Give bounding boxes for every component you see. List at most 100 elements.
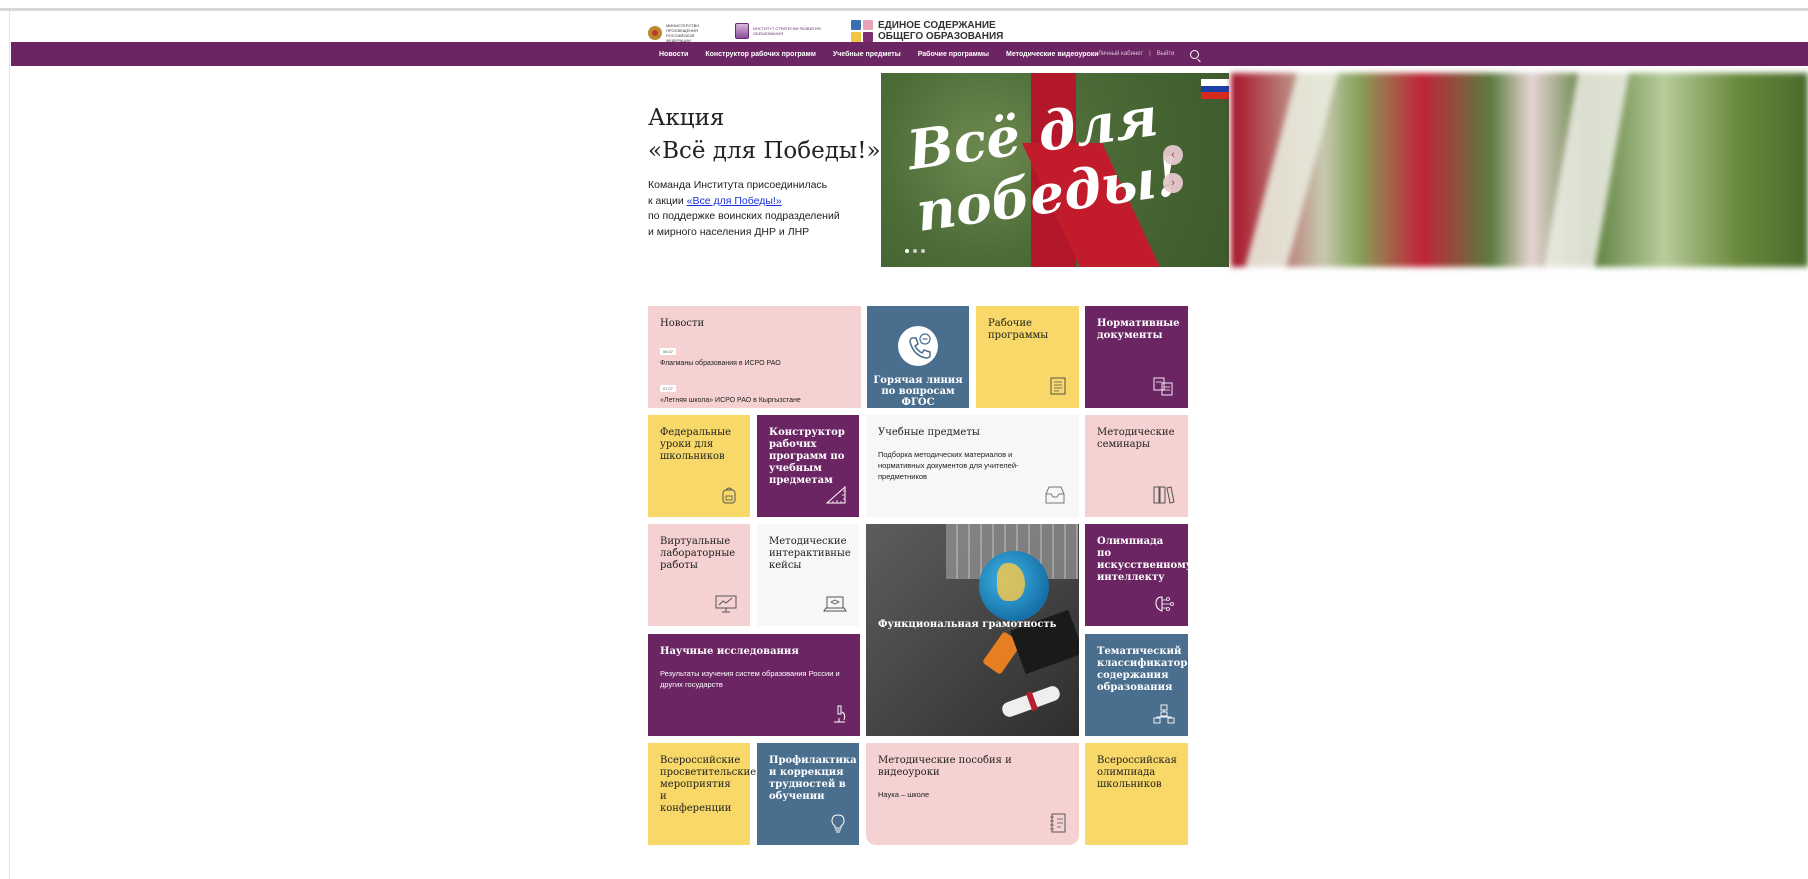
tile-constructor-title: Конструктор рабочих программ по учебным … [769,427,845,486]
nav-item-constructor[interactable]: Конструктор рабочих программ [705,51,816,58]
account-nav: Личный кабинет | Выйти [1098,42,1200,66]
books-icon [1152,485,1176,505]
institute-logo[interactable]: Институт стратегии развития образования [735,23,823,39]
inbox-icon [1043,485,1067,505]
tile-research-description: Результаты изучения систем образования Р… [660,669,840,689]
slider-next-button[interactable]: › [1163,173,1183,193]
document-icon [1049,376,1067,396]
institute-emblem-icon [735,23,749,39]
campaign-link[interactable]: «Все для Победы!» [687,195,782,207]
site-logo[interactable]: ЕДИНОЕ СОДЕРЖАНИЕ ОБЩЕГО ОБРАЗОВАНИЯ [851,20,1003,42]
tile-interactive-cases[interactable]: Методические интерактивные кейсы [757,524,859,626]
tile-classifier-title: Тематический классификатор содержания об… [1097,646,1188,693]
tile-research-title: Научные исследования [660,646,799,657]
window-left-border [9,11,10,879]
tile-olympiad[interactable]: Всероссийская олимпиада школьников [1085,743,1188,845]
slider-dot[interactable] [921,249,925,253]
tile-functional-literacy[interactable]: Функциональная грамотность [866,524,1079,736]
search-icon[interactable] [1190,49,1200,59]
news-date: 06.07 [660,348,677,355]
nav-item-video-lessons[interactable]: Методические видеоуроки [1006,51,1099,58]
globe-icon [979,551,1049,621]
main-nav: Новости Конструктор рабочих программ Уче… [659,42,1116,66]
institute-name: Институт стратегии развития образования [753,26,821,36]
tile-constructor[interactable]: Конструктор рабочих программ по учебным … [757,415,859,517]
news-text: Флагманы образования в ИСРО РАО [660,360,781,367]
slide-script-text: Всё для победы! [904,83,1184,244]
tile-virtual-labs[interactable]: Виртуальные лабораторные работы [648,524,750,626]
site-brand-text: ЕДИНОЕ СОДЕРЖАНИЕ ОБЩЕГО ОБРАЗОВАНИЯ [878,20,1003,42]
slider-prev-button[interactable]: ‹ [1163,145,1183,165]
tile-work-programs[interactable]: Рабочие программы [976,306,1079,408]
news-text: «Летняя школа» ИСРО РАО в Кыргызстане [660,397,801,404]
tile-federal-lessons[interactable]: Федеральные уроки для школьников [648,415,750,517]
hero-body-line-1: Команда Института присоединилась [648,179,828,191]
tile-ai-olympiad-title: Олимпиада по искусственному интеллекту [1097,536,1193,583]
hero-title-line-2: «Всё для Победы!» [648,138,881,164]
hero-body-line-4: и мирного населения ДНР и ЛНР [648,225,810,238]
tile-seminars-title: Методические семинары [1097,427,1175,450]
tile-subjects[interactable]: Учебные предметы Подборка методических м… [866,415,1079,517]
tile-functional-title: Функциональная грамотность [878,619,1057,630]
news-date: 07.07 [660,385,677,392]
window-top-border [0,8,1808,11]
tile-subjects-description: Подборка методических материалов и норма… [878,450,1019,481]
blur-shape [1243,73,1339,267]
tile-events[interactable]: Всероссийские просветительские мероприят… [648,743,757,845]
slider-dot[interactable] [905,249,909,253]
slider-dot[interactable] [913,249,917,253]
tile-prevention[interactable]: Профилактика и коррекция трудностей в об… [757,743,859,845]
hero-title: Акция «Всё для Победы!» [648,102,881,168]
tile-virtual-labs-title: Виртуальные лабораторные работы [660,536,736,571]
tile-subjects-title: Учебные предметы [878,427,980,438]
account-link[interactable]: Личный кабинет [1098,51,1143,57]
hierarchy-icon [1152,704,1176,724]
tile-news-title: Новости [660,318,705,329]
tile-prevention-title: Профилактика и коррекция трудностей в об… [769,755,857,802]
tile-work-programs-title: Рабочие программы [988,318,1049,341]
eagle-emblem-icon [648,26,662,40]
ministry-logo[interactable]: Министерство просвещения Российской Феде… [648,23,718,43]
logout-link[interactable]: Выйти [1157,51,1175,57]
tile-classifier[interactable]: Тематический классификатор содержания об… [1085,634,1188,736]
nav-item-programs[interactable]: Рабочие программы [918,51,989,58]
notebook-icon [1049,813,1067,833]
tile-manuals-description: Наука – школе [878,790,930,799]
hero-slider[interactable]: Всё для победы! ‹ › [881,73,1229,267]
backpack-icon [720,485,738,505]
main-navigation-bar: Новости Конструктор рабочих программ Уче… [11,42,1808,66]
tile-research[interactable]: Научные исследования Результаты изучения… [648,634,860,736]
tile-olympiad-title: Всероссийская олимпиада школьников [1097,755,1177,790]
phone-icon [898,326,938,366]
tile-events-title: Всероссийские просветительские мероприят… [660,755,757,814]
laptop-graduation-icon [823,594,847,614]
tile-normative-documents[interactable]: Нормативные документы [1085,306,1188,408]
hero-body-line-3: по поддержке воинских подразделений [648,210,840,222]
site-logo-squares-icon [851,20,873,42]
nav-item-subjects[interactable]: Учебные предметы [833,51,901,58]
tile-hotline-title: Горячая линия по вопросам ФГОС [873,375,963,408]
news-item[interactable]: 07.07 «Летняя школа» ИСРО РАО в Кыргызст… [660,377,849,404]
news-item[interactable]: 06.07 Флагманы образования в ИСРО РАО [660,340,849,367]
documents-stack-icon [1152,376,1176,396]
nav-item-news[interactable]: Новости [659,51,688,58]
tile-federal-lessons-title: Федеральные уроки для школьников [660,427,731,462]
diploma-icon [1000,684,1062,719]
tile-news[interactable]: Новости 06.07 Флагманы образования в ИСР… [648,306,861,408]
blur-shape [1542,73,1630,267]
hero-description: Команда Института присоединилась к акции… [648,178,878,240]
tile-cases-title: Методические интерактивные кейсы [769,536,851,571]
tile-hotline[interactable]: Горячая линия по вопросам ФГОС [867,306,969,408]
tile-ai-olympiad[interactable]: Олимпиада по искусственному интеллекту [1085,524,1193,626]
ministry-name: Министерство просвещения Российской Феде… [666,23,700,43]
hero-body-line-2: к акции «Все для Победы!» [648,194,878,210]
slider-next-slide-preview [1231,73,1808,267]
tile-manuals[interactable]: Методические пособия и видеоуроки Наука … [866,743,1079,845]
tile-seminars[interactable]: Методические семинары [1085,415,1188,517]
brand-line-2: ОБЩЕГО ОБРАЗОВАНИЯ [878,31,1004,42]
slider-pagination [905,249,925,253]
brain-network-icon [1152,594,1176,614]
tile-normative-title: Нормативные документы [1097,318,1180,341]
brand-line-1: ЕДИНОЕ СОДЕРЖАНИЕ [878,20,996,31]
flag-icon [1201,79,1229,100]
